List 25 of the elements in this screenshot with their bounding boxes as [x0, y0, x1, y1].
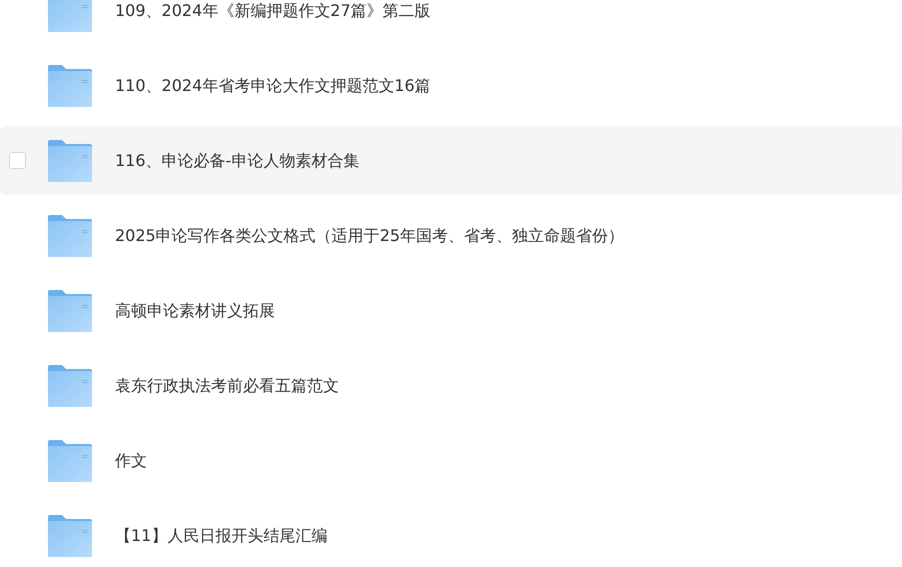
folder-icon	[47, 514, 93, 556]
folder-name[interactable]: 109、2024年《新编押题作文27篇》第二版	[115, 0, 431, 22]
folder-icon	[47, 440, 93, 482]
checkbox[interactable]	[9, 152, 26, 169]
file-row[interactable]: 109、2024年《新编押题作文27篇》第二版	[0, 0, 902, 48]
folder-icon	[47, 290, 93, 332]
folder-icon	[47, 64, 93, 106]
folder-icon	[47, 214, 93, 256]
folder-icon	[47, 364, 93, 406]
folder-name[interactable]: 高顿申论素材讲义拓展	[115, 298, 275, 322]
file-row[interactable]: 110、2024年省考申论大作文押题范文16篇	[0, 48, 902, 123]
folder-name[interactable]: 作文	[115, 448, 147, 472]
file-row[interactable]: 高顿申论素材讲义拓展	[0, 273, 902, 348]
folder-name[interactable]: 袁东行政执法考前必看五篇范文	[115, 374, 339, 398]
folder-name[interactable]: 116、申论必备-申论人物素材合集	[115, 148, 360, 172]
file-row[interactable]: 2025申论写作各类公文格式（适用于25年国考、省考、独立命题省份）	[0, 198, 902, 273]
file-row[interactable]: 【11】人民日报开头结尾汇编	[0, 498, 902, 567]
folder-icon	[47, 140, 93, 182]
folder-icon	[47, 0, 93, 32]
file-row[interactable]: 作文	[0, 423, 902, 498]
file-row[interactable]: 袁东行政执法考前必看五篇范文	[0, 348, 902, 423]
folder-name[interactable]: 110、2024年省考申论大作文押题范文16篇	[115, 74, 431, 98]
folder-name[interactable]: 【11】人民日报开头结尾汇编	[115, 524, 328, 548]
file-row[interactable]: 116、申论必备-申论人物素材合集	[0, 126, 902, 195]
folder-name[interactable]: 2025申论写作各类公文格式（适用于25年国考、省考、独立命题省份）	[115, 224, 624, 248]
